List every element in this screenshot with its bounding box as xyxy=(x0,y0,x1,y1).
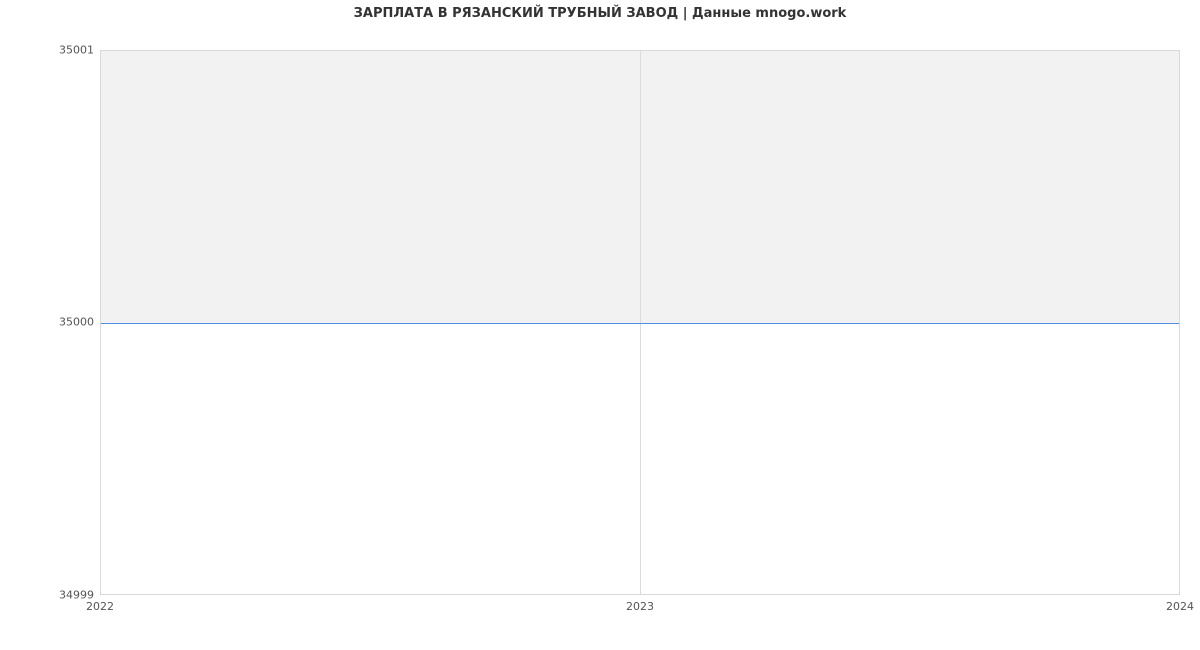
y-tick-35000: 35000 xyxy=(4,316,94,329)
chart-title: ЗАРПЛАТА В РЯЗАНСКИЙ ТРУБНЫЙ ЗАВОД | Дан… xyxy=(0,6,1200,21)
y-tick-35001: 35001 xyxy=(4,44,94,57)
series-line xyxy=(101,323,1179,324)
x-tick-2023: 2023 xyxy=(626,600,654,613)
x-tick-2022: 2022 xyxy=(86,600,114,613)
salary-chart: ЗАРПЛАТА В РЯЗАНСКИЙ ТРУБНЫЙ ЗАВОД | Дан… xyxy=(0,0,1200,650)
y-tick-34999: 34999 xyxy=(4,589,94,602)
x-tick-2024: 2024 xyxy=(1166,600,1194,613)
plot-area xyxy=(100,50,1180,595)
